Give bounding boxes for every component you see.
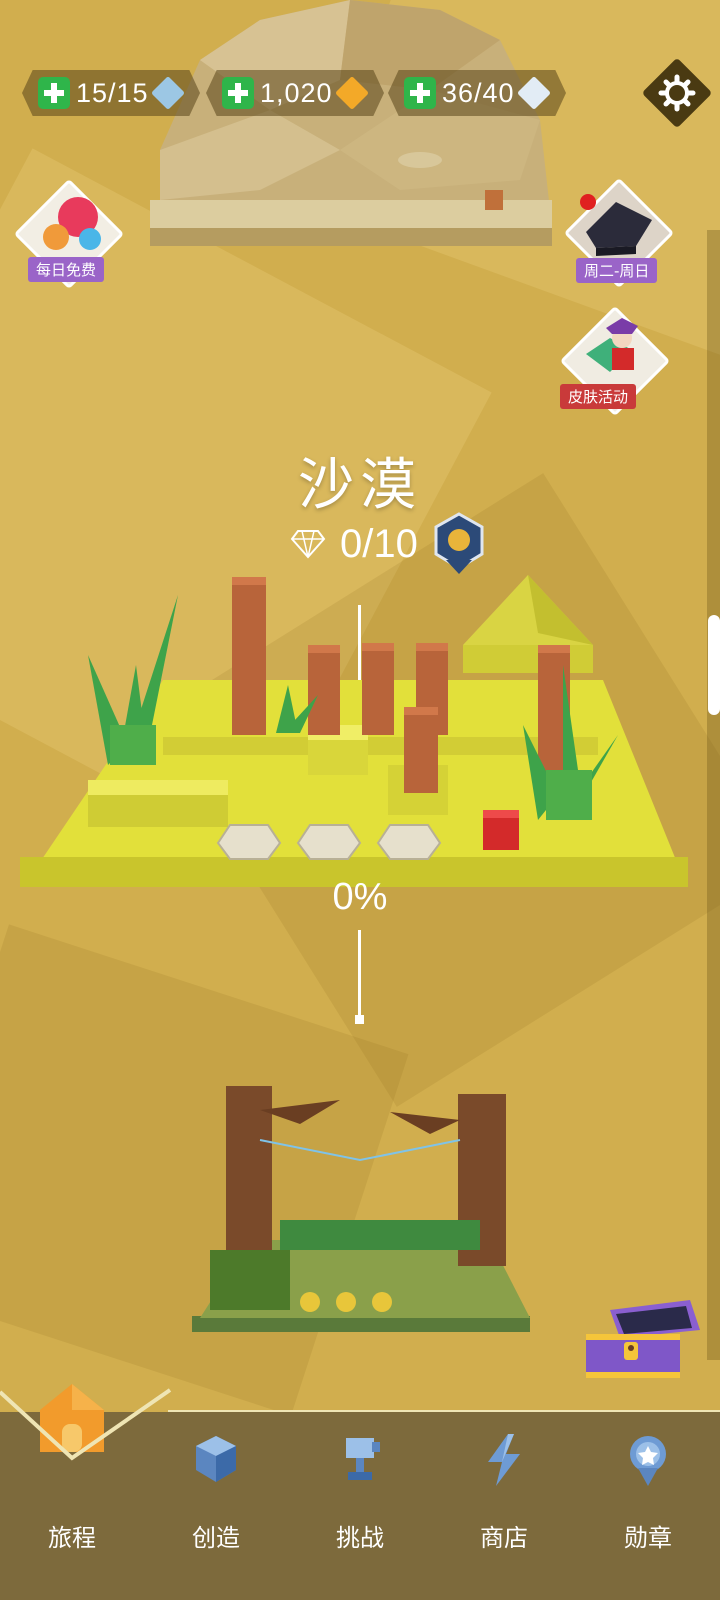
nav-challenge[interactable]: 挑战 xyxy=(288,1424,432,1574)
nav-medals-label: 勋章 xyxy=(624,1524,672,1552)
forest-level-island[interactable] xyxy=(190,1080,540,1380)
energy-value: 15/15 xyxy=(76,77,149,108)
gem-progress: 0/10 xyxy=(290,512,486,576)
gem-count: 0/10 xyxy=(340,521,418,566)
piano-icon xyxy=(580,194,652,256)
balloons-icon xyxy=(43,197,101,250)
level-scroll-thumb[interactable] xyxy=(708,615,720,715)
nav-medals[interactable]: 勋章 xyxy=(576,1424,720,1574)
medal-icon xyxy=(630,1436,666,1486)
daily-free-label: 每日免费 xyxy=(28,257,105,282)
lightning-icon xyxy=(488,1434,520,1486)
path-dot xyxy=(355,1015,364,1024)
nav-shop[interactable]: 商店 xyxy=(432,1424,576,1574)
treasure-chest[interactable] xyxy=(580,1290,710,1390)
coin-counter[interactable]: 1,020 xyxy=(206,70,384,116)
nav-journey-label: 旅程 xyxy=(48,1524,96,1552)
desert-level-island[interactable] xyxy=(18,575,688,925)
nav-challenge-label: 挑战 xyxy=(336,1524,384,1552)
skin-event-badge[interactable]: 皮肤活动 xyxy=(559,305,672,417)
previous-level-island[interactable] xyxy=(140,0,570,250)
nav-create-label: 创造 xyxy=(192,1524,240,1552)
gold-cube-icon xyxy=(334,76,369,110)
path-line-bottom xyxy=(358,930,361,1020)
level-scroll-track[interactable] xyxy=(707,230,720,1360)
fragment-value: 36/40 xyxy=(442,77,515,108)
trophy-icon xyxy=(346,1438,380,1480)
settings-button[interactable] xyxy=(641,57,713,129)
jester-icon xyxy=(586,318,638,372)
fragment-counter[interactable]: 36/40 xyxy=(388,70,566,116)
fragment-icon xyxy=(516,76,551,110)
blue-cube-icon xyxy=(150,76,185,110)
add-fragments-button[interactable] xyxy=(404,77,436,109)
add-coins-button[interactable] xyxy=(222,77,254,109)
diamond-outline-icon xyxy=(290,530,326,559)
daily-free-badge[interactable]: 每日免费 xyxy=(13,178,125,295)
skin-event-label: 皮肤活动 xyxy=(560,384,637,409)
medal-badge-icon[interactable] xyxy=(432,512,486,576)
weekday-event-label: 周二-周日 xyxy=(576,258,658,283)
nav-shop-label: 商店 xyxy=(480,1524,528,1552)
level-title: 沙漠 xyxy=(298,453,422,518)
cube-icon xyxy=(196,1436,236,1482)
active-tab-indicator xyxy=(0,1388,172,1461)
gear-icon xyxy=(658,74,696,112)
add-energy-button[interactable] xyxy=(38,77,70,109)
coin-value: 1,020 xyxy=(260,77,333,108)
level-progress-percent: 0% xyxy=(332,876,388,918)
weekday-event-badge[interactable]: 周二-周日 xyxy=(563,177,676,289)
energy-counter[interactable]: 15/15 xyxy=(22,70,200,116)
